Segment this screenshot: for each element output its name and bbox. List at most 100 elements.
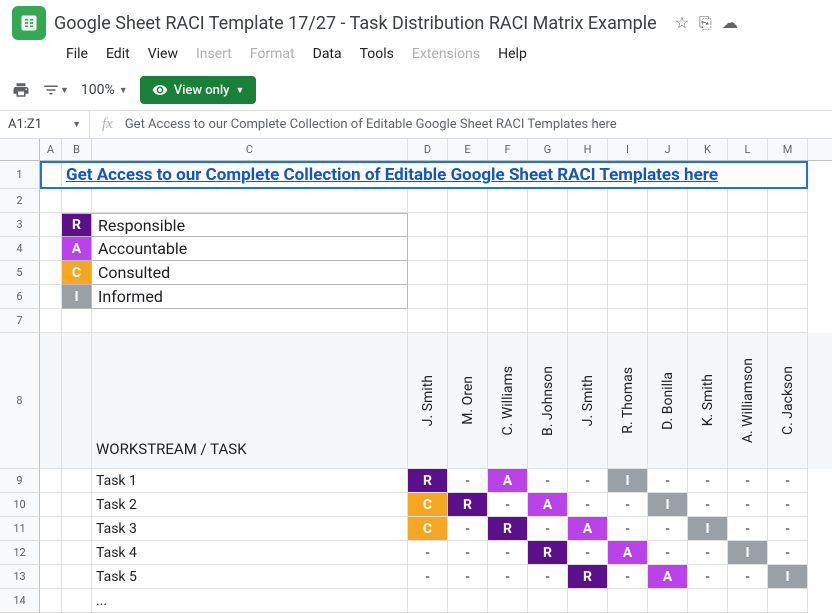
col-header[interactable]: H [568,139,608,160]
matrix-cell[interactable]: - [688,493,728,517]
matrix-cell[interactable]: - [768,493,808,517]
matrix-cell[interactable]: - [728,565,768,589]
row-header[interactable]: 1 [0,161,40,189]
matrix-cell[interactable]: - [528,565,568,589]
col-header[interactable]: I [608,139,648,160]
matrix-cell[interactable]: A [568,517,608,541]
row-header[interactable]: 5 [0,261,40,285]
matrix-cell[interactable]: - [448,469,488,493]
row-header[interactable]: 10 [0,493,40,517]
doc-title[interactable]: Google Sheet RACI Template 17/27 - Task … [54,13,657,34]
matrix-cell[interactable]: - [488,541,528,565]
formula-bar[interactable]: Get Access to our Complete Collection of… [125,117,617,132]
matrix-cell[interactable]: R [528,541,568,565]
row-header[interactable]: 11 [0,517,40,541]
row-header[interactable]: 8 [0,333,40,469]
matrix-cell[interactable]: I [648,493,688,517]
matrix-cell[interactable]: A [528,493,568,517]
matrix-cell[interactable]: - [568,469,608,493]
filter-icon[interactable]: ▼ [42,81,69,99]
matrix-cell[interactable]: R [568,565,608,589]
matrix-cell[interactable]: I [768,565,808,589]
menu-tools[interactable]: Tools [352,42,402,66]
matrix-cell[interactable]: A [488,469,528,493]
matrix-cell[interactable]: - [408,541,448,565]
matrix-cell[interactable]: - [768,541,808,565]
col-header[interactable]: G [528,139,568,160]
matrix-cell[interactable]: - [608,565,648,589]
matrix-cell[interactable]: - [688,469,728,493]
matrix-cell[interactable]: - [488,565,528,589]
matrix-cell[interactable]: I [688,517,728,541]
matrix-cell[interactable]: - [728,469,768,493]
matrix-cell[interactable]: - [648,517,688,541]
matrix-cell[interactable]: C [408,493,448,517]
matrix-cell[interactable]: - [728,493,768,517]
matrix-cell[interactable]: A [608,541,648,565]
col-header[interactable]: A [40,139,62,160]
col-header[interactable]: F [488,139,528,160]
col-header[interactable]: E [448,139,488,160]
task-name[interactable]: Task 5 [92,565,408,589]
matrix-cell[interactable]: R [488,517,528,541]
print-icon[interactable] [12,81,30,99]
row-header[interactable]: 6 [0,285,40,309]
col-header[interactable]: L [728,139,768,160]
matrix-cell[interactable]: - [608,493,648,517]
matrix-cell[interactable]: C [408,517,448,541]
menu-data[interactable]: Data [305,42,350,66]
matrix-cell[interactable]: - [448,517,488,541]
zoom-select[interactable]: 100%▼ [81,82,128,98]
matrix-cell[interactable]: - [448,565,488,589]
task-name[interactable]: Task 4 [92,541,408,565]
matrix-cell[interactable]: R [448,493,488,517]
matrix-cell[interactable]: - [528,469,568,493]
col-header[interactable]: D [408,139,448,160]
matrix-cell[interactable]: - [768,469,808,493]
matrix-cell[interactable]: - [408,565,448,589]
task-name[interactable]: Task 3 [92,517,408,541]
row-header[interactable]: 7 [0,309,40,333]
col-header[interactable]: M [768,139,808,160]
cloud-icon[interactable]: ☁ [722,13,738,33]
star-icon[interactable]: ☆ [675,13,689,33]
matrix-cell[interactable]: I [608,469,648,493]
matrix-cell[interactable]: - [688,565,728,589]
matrix-cell[interactable]: - [648,469,688,493]
menu-file[interactable]: File [58,42,96,66]
row-header[interactable]: 14 [0,589,40,613]
row-header[interactable]: 12 [0,541,40,565]
matrix-cell[interactable]: - [608,517,648,541]
matrix-cell[interactable]: - [528,517,568,541]
move-icon[interactable]: ⎘ [699,13,712,33]
col-header[interactable]: B [62,139,92,160]
sheets-logo[interactable] [12,6,46,40]
matrix-cell[interactable]: - [448,541,488,565]
matrix-cell[interactable]: - [768,517,808,541]
col-header[interactable]: C [92,139,408,160]
view-only-button[interactable]: View only ▼ [140,76,257,104]
grid-body[interactable]: 1 Get Access to our Complete Collection … [0,161,832,613]
col-header[interactable]: J [648,139,688,160]
name-box[interactable]: A1:Z1▼ [0,111,90,138]
matrix-cell[interactable]: - [488,493,528,517]
menu-view[interactable]: View [140,42,186,66]
matrix-cell[interactable]: - [648,541,688,565]
row-header[interactable]: 4 [0,237,40,261]
menu-edit[interactable]: Edit [98,42,138,66]
row-header[interactable]: 3 [0,213,40,237]
matrix-cell[interactable]: I [728,541,768,565]
task-name[interactable]: Task 1 [92,469,408,493]
matrix-cell[interactable]: A [648,565,688,589]
matrix-cell[interactable]: - [688,541,728,565]
row-header[interactable]: 9 [0,469,40,493]
link-cell[interactable]: Get Access to our Complete Collection of… [62,161,808,189]
select-all-corner[interactable] [0,139,40,160]
matrix-cell[interactable]: - [568,493,608,517]
col-header[interactable]: K [688,139,728,160]
matrix-cell[interactable]: - [568,541,608,565]
task-name[interactable]: Task 2 [92,493,408,517]
menu-help[interactable]: Help [490,42,535,66]
matrix-cell[interactable]: - [728,517,768,541]
row-header[interactable]: 2 [0,189,40,213]
